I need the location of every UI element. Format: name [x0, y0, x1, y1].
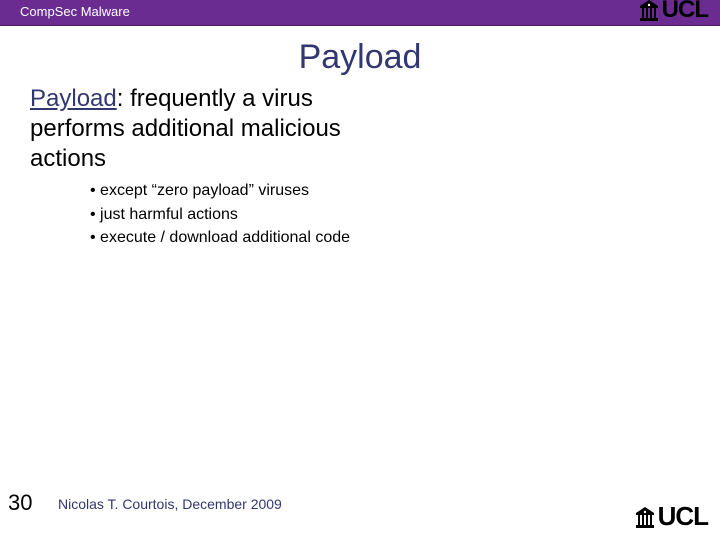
list-item: except “zero payload” viruses	[90, 180, 390, 202]
ucl-logo-text: UCL	[662, 0, 708, 24]
ucl-logo-bottom: UCL	[636, 501, 708, 532]
slide: CompSec Malware UCL Payload Payload: fre…	[0, 0, 720, 540]
bullet-list: except “zero payload” viruses just harmf…	[90, 180, 390, 251]
slide-title: Payload	[0, 38, 720, 77]
portico-icon	[640, 0, 658, 22]
header-title: CompSec Malware	[20, 4, 130, 19]
header-bar: CompSec Malware	[0, 0, 720, 26]
portico-icon	[636, 505, 654, 529]
list-item: just harmful actions	[90, 204, 390, 226]
ucl-logo-text: UCL	[658, 501, 708, 532]
payload-label: Payload	[30, 85, 117, 112]
list-item: execute / download additional code	[90, 227, 390, 249]
footer-author: Nicolas T. Courtois, December 2009	[58, 496, 282, 512]
ucl-logo-top: UCL	[640, 0, 708, 24]
page-number: 30	[8, 490, 32, 516]
body-paragraph: Payload: frequently a virus performs add…	[30, 84, 410, 174]
